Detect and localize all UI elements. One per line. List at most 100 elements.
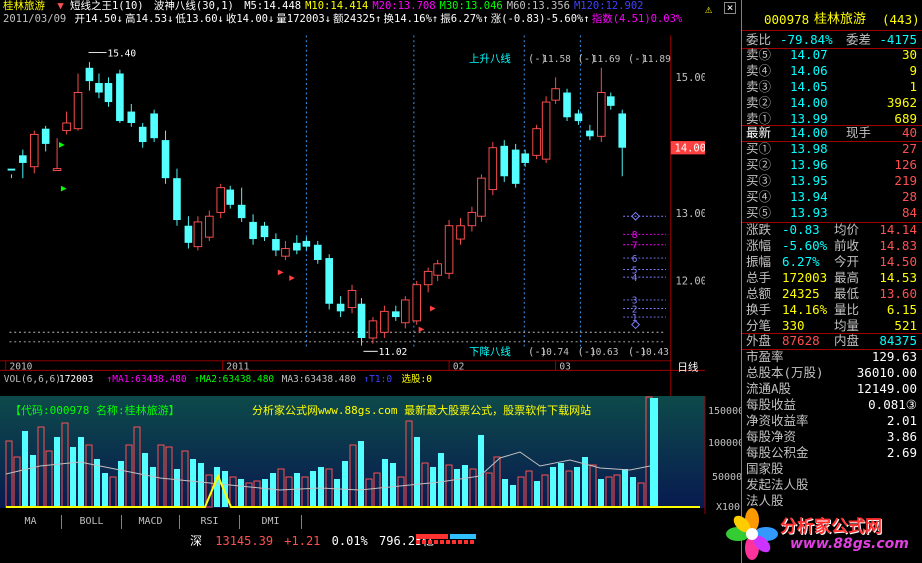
- ohlc-field: 换14.16%↑: [383, 13, 439, 25]
- bid-price: 13.96: [790, 157, 828, 172]
- tab-dmi[interactable]: DMI: [240, 515, 302, 529]
- chart-header: 桂林旅游 ▼ 短线之王1(10) 波神八线(30,1) M5:14.448 M10…: [3, 0, 683, 25]
- price-label-13: 13.00: [676, 208, 705, 220]
- ladder-level: 6: [632, 254, 638, 265]
- ma-item: M20:13.708: [372, 0, 436, 12]
- stat-label: 振幅: [746, 254, 772, 269]
- ladder-level: 4: [632, 273, 638, 284]
- volume-banner-code: 【代码:000978 名称:桂林旅游】: [10, 403, 180, 417]
- quote-row: 买⑤ 13.93 84: [742, 205, 922, 221]
- bid-price: 13.94: [790, 189, 828, 204]
- quote-row: 卖④ 14.06 9: [742, 63, 922, 79]
- finance-label: 发起法人股: [746, 477, 809, 492]
- svg-text:02: 02: [453, 361, 464, 372]
- index-value: 13145.39: [215, 534, 274, 548]
- quote-row: 卖⑤ 14.07 30: [742, 47, 922, 63]
- quote-row: 买② 13.96 126: [742, 157, 922, 173]
- quote-row: 分笔 330 均量 521: [742, 318, 922, 334]
- bid-price: 13.93: [790, 205, 828, 220]
- ohlc-field: 振6.27%↑: [440, 13, 489, 25]
- svg-text:100000: 100000: [708, 438, 741, 449]
- finance-value: 3.86: [886, 429, 917, 444]
- stat-label: 最高: [834, 270, 860, 285]
- alarm-icon[interactable]: ⚠: [705, 2, 712, 16]
- stat-value: 6.15: [886, 302, 917, 317]
- stat-value: 13.60: [879, 286, 917, 301]
- logo-url: www.88gs.com: [790, 536, 909, 552]
- ask-price: 14.06: [790, 63, 828, 78]
- stat-label: 涨幅: [746, 238, 772, 253]
- ask-label: 卖③: [746, 79, 772, 94]
- stat-value: 14.16%: [782, 302, 828, 317]
- buy-sell-strength-bar: [416, 534, 476, 544]
- finance-value: 12149.00: [856, 381, 917, 396]
- site-logo: 分析家公式网 www.88gs.com: [722, 504, 922, 563]
- quote-row: 国家股: [742, 461, 922, 477]
- volume-chart[interactable]: 150000 100000 50000 X100 【代码:000978 名称:桂…: [0, 396, 741, 514]
- indicator-short-king[interactable]: 短线之王1(10): [70, 0, 144, 12]
- ohlc-field: 2011/03/09: [3, 13, 67, 25]
- ask-volume: 1: [909, 79, 917, 94]
- index-pct: 0.01%: [331, 534, 368, 548]
- ask-volume: 9: [909, 63, 917, 78]
- tab-ma[interactable]: MA: [0, 515, 62, 529]
- volume-header-field: VOL(6,6,6): [4, 374, 61, 385]
- stat-value: 24325: [782, 286, 820, 301]
- stat-value: 172003: [782, 270, 828, 285]
- svg-text:11.89: 11.89: [642, 54, 671, 65]
- price-label-12: 12.00: [676, 276, 705, 288]
- latest-price: 14.00: [790, 125, 828, 140]
- finance-label: 每股收益: [746, 397, 797, 412]
- market-label: 深: [190, 534, 203, 548]
- ma-item: M30:13.046: [439, 0, 503, 12]
- quote-row: 卖③ 14.05 1: [742, 79, 922, 95]
- ask-label: 卖②: [746, 95, 772, 110]
- bid-volume: 219: [894, 173, 917, 188]
- neipan-value: 84375: [879, 333, 917, 348]
- ask-label: 卖④: [746, 63, 772, 78]
- ma-item: M10:14.414: [305, 0, 369, 12]
- ohlc-field: 涨(-0.83)-5.60%↑: [490, 13, 590, 25]
- candlestick-chart[interactable]: 15.00 13.00 12.00 14.00 87654321 15.40 1…: [0, 26, 705, 454]
- stock-name[interactable]: 桂林旅游: [3, 0, 45, 12]
- svg-text:2010: 2010: [10, 361, 33, 372]
- quote-row: 涨幅 -5.60% 前收 14.83: [742, 238, 922, 254]
- bid-label: 买⑤: [746, 205, 772, 220]
- stat-value: 6.27%: [782, 254, 820, 269]
- bid-label: 买①: [746, 141, 772, 156]
- close-icon[interactable]: ×: [724, 2, 736, 14]
- tab-rsi[interactable]: RSI: [180, 515, 240, 529]
- quote-name: 桂林旅游: [814, 12, 867, 27]
- ladder-level: 8: [632, 230, 638, 241]
- ask-price: 14.07: [790, 47, 828, 62]
- bid-volume: 28: [901, 189, 917, 204]
- finance-value: 129.63: [871, 349, 917, 364]
- quote-row: 买④ 13.94 28: [742, 189, 922, 205]
- bid-price: 13.95: [790, 173, 828, 188]
- indicator-tabs: MA BOLL MACD RSI DMI: [0, 515, 705, 529]
- stat-label: 均量: [834, 318, 860, 333]
- ma-legend: M5:14.448 M10:14.414 M20:13.708 M30:13.046 M…: [240, 0, 643, 12]
- volume-header-field: ↑MA1:63438.480: [107, 374, 187, 385]
- ask-price: 14.05: [790, 79, 828, 94]
- finance-value: 2.69: [886, 445, 917, 460]
- svg-text:150000: 150000: [708, 406, 741, 417]
- svg-text:10.74: 10.74: [540, 347, 569, 358]
- volume-header-field: 选股:0: [401, 373, 432, 385]
- stat-value: 14.53: [879, 270, 917, 285]
- tab-macd[interactable]: MACD: [122, 515, 180, 529]
- tab-boll[interactable]: BOLL: [62, 515, 122, 529]
- bid-volume: 27: [901, 141, 917, 156]
- period-label[interactable]: 日线: [677, 360, 698, 373]
- finance-label: 净资收益率: [746, 413, 809, 428]
- volume-header: VOL(6,6,6)172003 ↑MA1:63438.480 ↑MA2:63438…: [4, 373, 432, 385]
- svg-text:11.58: 11.58: [542, 54, 571, 65]
- svg-text:10.43: 10.43: [640, 347, 669, 358]
- lower-line-label: 下降八线: [469, 345, 511, 358]
- quote-row: 发起法人股: [742, 477, 922, 493]
- finance-label: 每股净资: [746, 429, 797, 444]
- stat-value: 521: [894, 318, 917, 333]
- indicator-bo-shen[interactable]: 波神八线(30,1): [154, 0, 234, 12]
- index-change: +1.21: [284, 534, 321, 548]
- ohlc-field: 高14.53↓: [124, 13, 174, 25]
